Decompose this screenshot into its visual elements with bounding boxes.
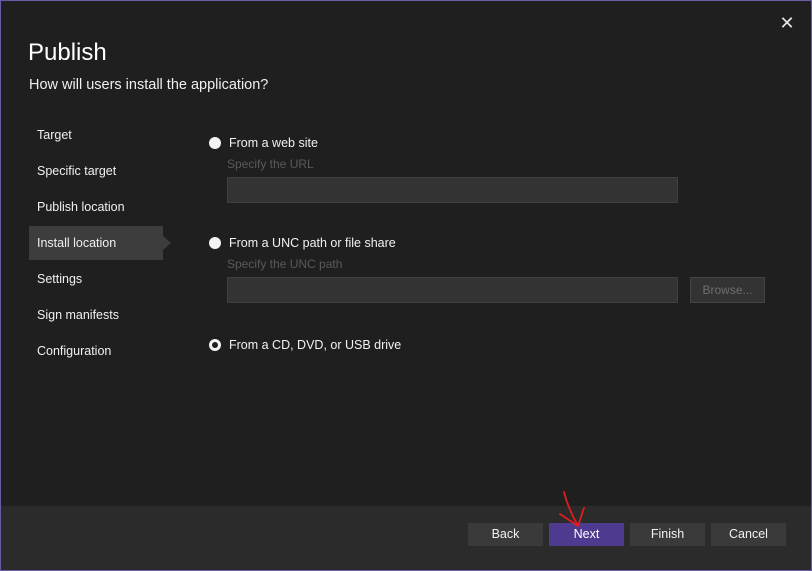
- unc-field-label: Specify the UNC path: [227, 257, 343, 271]
- nav-item-sign-manifests[interactable]: Sign manifests: [29, 298, 163, 332]
- browse-button[interactable]: Browse...: [690, 277, 765, 303]
- radio-label-cd-dvd-usb: From a CD, DVD, or USB drive: [229, 338, 402, 352]
- next-button[interactable]: Next: [549, 523, 624, 546]
- radio-label-unc-path: From a UNC path or file share: [229, 236, 396, 250]
- nav-item-publish-location[interactable]: Publish location: [29, 190, 163, 224]
- radio-row-web-site[interactable]: From a web site: [209, 132, 678, 154]
- radio-label-web-site: From a web site: [229, 136, 318, 150]
- url-field-label: Specify the URL: [227, 157, 314, 171]
- unc-path-input[interactable]: [227, 277, 678, 303]
- radio-unc-path[interactable]: [209, 237, 221, 249]
- option-unc-path: From a UNC path or file share Specify th…: [209, 232, 678, 303]
- nav-item-specific-target[interactable]: Specific target: [29, 154, 163, 188]
- radio-row-cd-dvd-usb[interactable]: From a CD, DVD, or USB drive: [209, 334, 401, 356]
- nav-item-configuration[interactable]: Configuration: [29, 334, 163, 368]
- dialog-title: Publish: [28, 39, 107, 66]
- nav-item-target[interactable]: Target: [29, 118, 163, 152]
- wizard-nav: Target Specific target Publish location …: [29, 118, 171, 370]
- nav-item-install-location[interactable]: Install location: [29, 226, 171, 260]
- url-input[interactable]: [227, 177, 678, 203]
- close-icon[interactable]: ✕: [777, 13, 797, 33]
- radio-cd-dvd-usb[interactable]: [209, 339, 221, 351]
- dialog-subtitle: How will users install the application?: [29, 77, 269, 93]
- nav-item-settings[interactable]: Settings: [29, 262, 163, 296]
- dialog-footer: Back Next Finish Cancel: [1, 506, 811, 570]
- publish-dialog: ✕ Publish How will users install the app…: [0, 0, 812, 571]
- back-button[interactable]: Back: [468, 523, 543, 546]
- finish-button[interactable]: Finish: [630, 523, 705, 546]
- option-web-site: From a web site Specify the URL: [209, 132, 678, 203]
- option-cd-dvd-usb: From a CD, DVD, or USB drive: [209, 334, 401, 356]
- radio-row-unc-path[interactable]: From a UNC path or file share: [209, 232, 678, 254]
- cancel-button[interactable]: Cancel: [711, 523, 786, 546]
- radio-web-site[interactable]: [209, 137, 221, 149]
